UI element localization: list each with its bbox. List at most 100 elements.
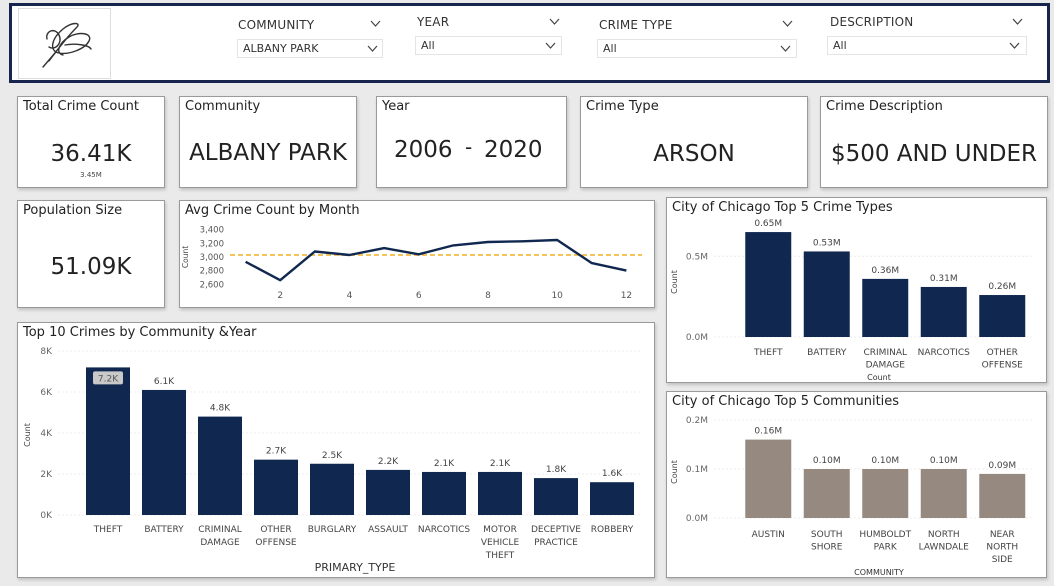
bar — [478, 471, 522, 515]
x-axis-title: PRIMARY_TYPE — [315, 561, 396, 574]
y-tick-label: 6K — [40, 388, 53, 398]
community-filter-value: ALBANY PARK — [243, 42, 319, 55]
data-label: 0.10M — [813, 456, 841, 466]
y-axis-title: Count — [670, 270, 679, 294]
y-tick-label: 3,200 — [200, 239, 224, 249]
year-filter-select[interactable]: All — [415, 36, 562, 55]
avg-crime-line-chart: 3,400 3,200 3,000 2,800 2,600 2 4 6 8 10 12 Count — [181, 226, 642, 301]
bar — [534, 478, 578, 515]
community-filter-select[interactable]: ALBANY PARK — [237, 39, 383, 58]
description-filter-value: All — [833, 39, 847, 52]
category-label: DAMAGE — [866, 361, 906, 371]
bar — [254, 459, 298, 515]
top10-bar-chart: 8K 6K 4K 2K 0K Count PRIMARY_TYPE 7.2K THEFT 6.1K… — [23, 347, 640, 574]
chicago-top5-communities-card: City of Chicago Top 5 Communities 0.2M 0.… — [666, 391, 1047, 578]
chevron-down-icon[interactable] — [370, 20, 381, 27]
chevron-down-icon[interactable] — [1012, 18, 1023, 25]
data-label: 0.16M — [754, 427, 782, 437]
data-label: 2.1K — [434, 459, 455, 469]
category-label: SHORE — [811, 543, 843, 553]
y-tick-label: 2K — [40, 470, 53, 480]
category-label: LAWNDALE — [919, 543, 969, 553]
category-label: OTHER — [987, 348, 1018, 358]
community-card: Community ALBANY PARK — [179, 96, 357, 188]
y-tick-label: 0K — [40, 511, 53, 521]
category-label: THEFT — [753, 348, 783, 358]
y-axis-title: Count — [181, 246, 190, 268]
data-label: 4.8K — [210, 404, 231, 414]
total-crime-card: Total Crime Count 36.41K 3.45M — [17, 96, 165, 188]
y-tick-label: 0.0M — [686, 333, 708, 343]
y-tick-label: 3,000 — [200, 253, 224, 263]
y-tick-label: 3,400 — [200, 226, 224, 236]
year-filter-value: All — [421, 39, 435, 52]
category-label: THEFT — [93, 525, 123, 535]
total-crime-value: 36.41K — [50, 141, 132, 167]
chevron-down-icon[interactable] — [545, 42, 556, 49]
category-label: NEAR — [990, 530, 1015, 540]
data-label: 2.1K — [490, 459, 511, 469]
category-label: VEHICLE — [481, 538, 520, 548]
crime-type-filter-label: CRIME TYPE — [599, 18, 673, 32]
data-label: 7.2K — [98, 374, 119, 384]
community-card-value: ALBANY PARK — [189, 140, 347, 166]
bar — [803, 469, 850, 518]
y-tick-label: 0.0M — [686, 514, 708, 524]
population-card-title: Population Size — [23, 203, 123, 218]
x-tick-label: 8 — [485, 291, 491, 301]
category-label: NORTH — [986, 543, 1018, 553]
crime-description-card-value: $500 AND UNDER — [830, 141, 1038, 167]
chevron-down-icon[interactable] — [782, 20, 793, 27]
data-label: 6.1K — [154, 377, 175, 387]
top5-types-bar-chart: 0.5M 0.0M Count Count 0.65M THEFT 0.53M BATTERY… — [670, 219, 1032, 382]
crime-type-card-value: ARSON — [653, 141, 735, 167]
bar — [86, 367, 130, 515]
bar — [745, 439, 792, 518]
category-label: DAMAGE — [200, 538, 240, 548]
category-label: NARCOTICS — [418, 525, 470, 535]
total-crime-title: Total Crime Count — [23, 99, 139, 114]
category-label: ROBBERY — [591, 525, 634, 535]
top10-crimes-card: Top 10 Crimes by Community &Year 8K 6K 4K 2… — [17, 322, 655, 578]
data-label: 1.6K — [602, 469, 623, 479]
category-label: BATTERY — [144, 525, 184, 535]
category-label: BATTERY — [807, 348, 847, 358]
chicago-top5-crime-types-card: City of Chicago Top 5 Crime Types 0.5M 0.… — [666, 197, 1047, 383]
crime-type-filter-select[interactable]: All — [597, 39, 797, 58]
bar — [198, 416, 242, 515]
bar — [920, 469, 967, 518]
year-from-value: 2006 — [394, 137, 453, 163]
crime-type-card-title: Crime Type — [586, 99, 659, 114]
bar — [142, 389, 186, 515]
crime-type-card: Crime Type ARSON — [580, 96, 808, 188]
x-axis-title: COMMUNITY — [854, 568, 904, 577]
year-to-value: 2020 — [484, 137, 543, 163]
y-tick-label: 2,600 — [200, 280, 224, 290]
description-filter-select[interactable]: All — [827, 36, 1027, 55]
community-card-title: Community — [185, 99, 261, 114]
category-label: OTHER — [260, 525, 291, 535]
top5-communities-bar-chart: 0.2M 0.1M 0.0M Count COMMUNITY 0.16M AUSTIN 0.1… — [670, 416, 1032, 577]
population-card-value: 51.09K — [50, 254, 132, 280]
community-filter-label: COMMUNITY — [238, 18, 315, 32]
chevron-down-icon[interactable] — [1009, 42, 1020, 49]
category-label: DECEPTIVE — [531, 525, 581, 535]
data-label: 0.10M — [930, 456, 958, 466]
category-label: THEFT — [485, 551, 515, 561]
year-filter-label: YEAR — [417, 15, 450, 29]
year-card: Year 2006 - 2020 — [376, 96, 567, 188]
y-tick-label: 2,800 — [200, 267, 224, 277]
y-tick-label: 4K — [40, 429, 53, 439]
x-tick-label: 12 — [621, 291, 632, 301]
category-label: OFFENSE — [982, 361, 1024, 371]
category-label: SIDE — [992, 555, 1013, 565]
category-label: OFFENSE — [255, 538, 297, 548]
category-label: PARK — [874, 543, 898, 553]
chevron-down-icon[interactable] — [367, 45, 378, 52]
bar — [979, 295, 1026, 337]
signature-logo-icon — [42, 22, 92, 68]
x-tick-label: 10 — [551, 291, 563, 301]
chevron-down-icon[interactable] — [549, 18, 560, 25]
chevron-down-icon[interactable] — [780, 45, 791, 52]
data-label: 0.31M — [930, 274, 958, 284]
